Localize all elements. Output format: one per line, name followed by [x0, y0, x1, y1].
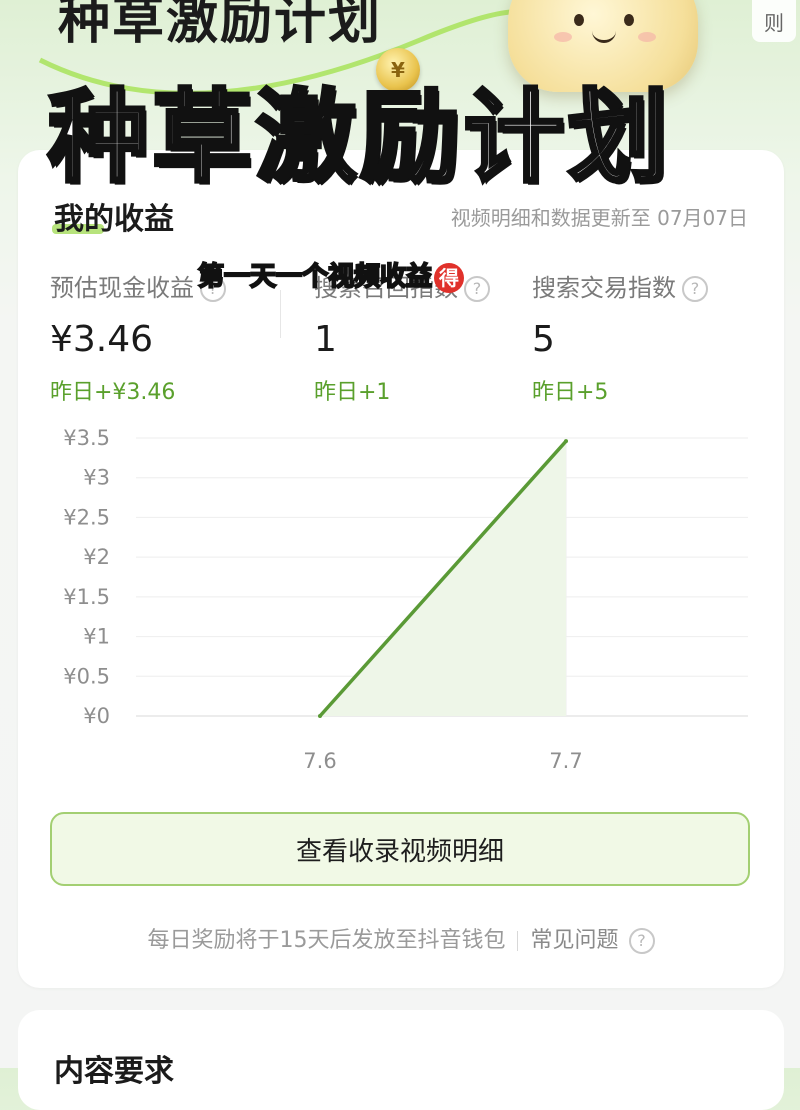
earnings-heading: 我的收益 — [54, 202, 174, 237]
view-indexed-videos-button[interactable]: 查看收录视频明细 — [50, 812, 750, 886]
metric-search-trade: 搜索交易指数? 5 昨日+5 — [532, 268, 708, 406]
coin-icon: ¥ — [376, 48, 420, 92]
footnote: 每日奖励将于15天后发放至抖音钱包 常见问题? — [18, 922, 784, 954]
y-tick-label: ¥1.5 — [63, 585, 110, 609]
metric-value: 1 — [314, 319, 337, 360]
metric-value: ¥3.46 — [50, 319, 154, 360]
metric-delta: 昨日+¥3.46 — [50, 380, 176, 405]
payout-note: 每日奖励将于15天后发放至抖音钱包 — [147, 928, 506, 953]
overlay-subtitle: 第一天一个视频收益得 — [197, 256, 465, 293]
de-badge-icon: 得 — [434, 262, 465, 293]
data-point — [318, 714, 322, 718]
metric-label: 预估现金收益 — [50, 274, 194, 302]
mascot-image — [508, 0, 698, 92]
y-tick-label: ¥3 — [83, 466, 110, 490]
content-requirements-card: 内容要求 — [18, 1010, 784, 1110]
metric-divider — [280, 290, 281, 338]
faq-link[interactable]: 常见问题 — [530, 928, 618, 953]
y-tick-label: ¥1 — [83, 625, 110, 649]
earnings-chart: ¥0 ¥0.5 ¥1 ¥1.5 ¥2 ¥2.5 ¥3 ¥3.5 7.6 7.7 — [63, 426, 748, 773]
metric-value: 5 — [532, 319, 555, 360]
metric-delta: 昨日+5 — [532, 380, 609, 405]
overlay-subtitle-text: 第一天一个视频收益 — [197, 261, 433, 293]
rules-tab[interactable]: 则 — [752, 0, 796, 42]
divider — [517, 931, 519, 951]
content-requirements-heading: 内容要求 — [54, 1054, 174, 1089]
y-tick-label: ¥2.5 — [63, 505, 110, 529]
data-point — [564, 439, 568, 444]
help-icon[interactable]: ? — [682, 276, 708, 302]
x-tick-label: 7.7 — [549, 749, 582, 773]
y-tick-label: ¥0 — [83, 704, 110, 728]
update-note: 视频明细和数据更新至 07月07日 — [450, 206, 748, 230]
help-icon[interactable]: ? — [628, 928, 655, 954]
metric-delta: 昨日+1 — [314, 380, 391, 405]
banner-title: 种草激励计划 — [58, 0, 383, 51]
help-icon[interactable]: ? — [464, 276, 490, 302]
y-tick-label: ¥2 — [83, 545, 110, 569]
y-tick-label: ¥3.5 — [63, 426, 110, 450]
y-tick-label: ¥0.5 — [63, 664, 110, 688]
metric-label: 搜索交易指数 — [532, 274, 676, 302]
x-tick-label: 7.6 — [303, 749, 336, 773]
